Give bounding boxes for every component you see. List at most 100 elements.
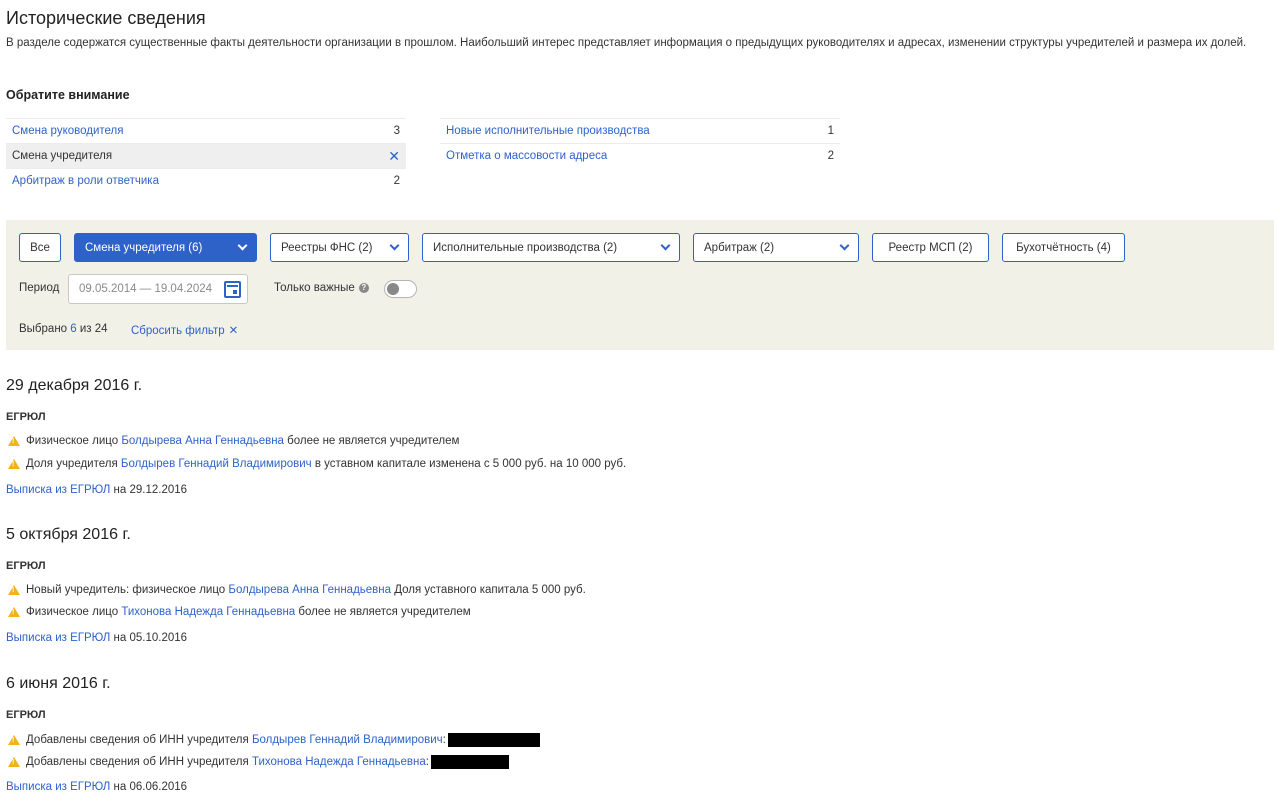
person-link[interactable]: Болдырев Геннадий Владимирович [252,734,443,746]
egrul-extract-date: на 06.06.2016 [113,781,188,793]
warning-icon [8,757,20,767]
egrul-extract-date: на 29.12.2016 [113,484,188,496]
person-link[interactable]: Болдырев Геннадий Владимирович [121,458,312,470]
egrul-extract: Выписка из ЕГРЮЛ на 06.06.2016 [6,781,187,793]
attention-item-label[interactable]: Отметка о массовости адреса [446,150,607,162]
filter-panel: Все Смена учредителя (6) Реестры ФНС (2)… [6,220,1274,350]
filter-enforcement-dropdown[interactable]: Исполнительные производства (2) [422,233,680,262]
event-text: Добавлены сведения об ИНН учредителя [26,734,249,746]
event-source: ЕГРЮЛ [6,560,46,572]
filter-button-label: Все [30,241,50,254]
event-line: Физическое лицо Тихонова Надежда Геннадь… [8,606,471,618]
attention-item-label[interactable]: Арбитраж в роли ответчика [12,175,159,187]
warning-icon [8,459,20,469]
selected-count-text: Выбрано 6 из 24 [19,323,108,335]
attention-title: Обратите внимание [6,88,130,102]
period-value: 09.05.2014 — 19.04.2024 [79,283,213,295]
filter-button-label: Реестр МСП (2) [888,241,973,254]
event-line: Доля учредителя Болдырев Геннадий Владим… [8,458,626,470]
warning-icon [8,585,20,595]
warning-icon [8,735,20,745]
event-source: ЕГРЮЛ [6,709,46,721]
attention-item-count: 3 [393,125,400,137]
event-text: : [425,756,429,768]
event-text: : [442,734,446,746]
attention-item-count: 2 [393,175,400,187]
attention-item-mass-address[interactable]: Отметка о массовости адреса 2 [440,143,840,168]
chevron-down-icon [237,240,248,251]
egrul-extract-link[interactable]: Выписка из ЕГРЮЛ [6,484,110,496]
filter-button-label: Смена учредителя (6) [85,241,203,254]
attention-right-list: Новые исполнительные производства 1 Отме… [440,118,840,168]
reset-filter-link[interactable]: Сбросить фильтр ✕ [131,323,238,337]
event-date: 6 июня 2016 г. [6,675,111,692]
filter-button-label: Реестры ФНС (2) [281,241,373,254]
person-link[interactable]: Болдырева Анна Геннадьевна [228,584,391,596]
event-text: в уставном капитале изменена с 5 000 руб… [314,458,627,470]
event-text: Новый учредитель: физическое лицо [26,584,226,596]
attention-item-arbitration-defendant[interactable]: Арбитраж в роли ответчика 2 [6,168,406,193]
filter-button-label: Исполнительные производства (2) [433,241,618,254]
warning-icon [8,607,20,617]
warning-icon [8,436,20,446]
period-label: Период [19,282,60,294]
filter-founder-change-dropdown[interactable]: Смена учредителя (6) [74,233,257,262]
attention-item-label[interactable]: Смена руководителя [12,125,123,137]
close-icon[interactable]: ✕ [388,148,400,165]
important-only-label: Только важные ? [274,282,369,294]
attention-left-list: Смена руководителя 3 Смена учредителя ✕ … [6,118,406,193]
event-text: Доля уставного капитала 5 000 руб. [394,584,586,596]
filter-fns-registry-dropdown[interactable]: Реестры ФНС (2) [270,233,409,262]
selected-prefix: Выбрано [19,323,68,335]
chevron-down-icon [660,240,671,251]
period-date-range-input[interactable]: 09.05.2014 — 19.04.2024 [68,274,248,304]
egrul-extract-date: на 05.10.2016 [113,632,188,644]
event-text: более не является учредителем [298,606,471,618]
egrul-extract-link[interactable]: Выписка из ЕГРЮЛ [6,781,110,793]
event-line: Физическое лицо Болдырева Анна Геннадьев… [8,435,459,447]
reset-filter-label: Сбросить фильтр [131,325,225,337]
egrul-extract: Выписка из ЕГРЮЛ на 05.10.2016 [6,632,187,644]
help-icon[interactable]: ? [358,283,369,293]
event-text: Добавлены сведения об ИНН учредителя [26,756,249,768]
event-line: Добавлены сведения об ИНН учредителя Бол… [8,733,540,747]
chevron-down-icon [389,240,400,251]
event-date: 29 декабря 2016 г. [6,377,143,394]
attention-item-director-change[interactable]: Смена руководителя 3 [6,118,406,143]
toggle-knob [387,283,399,295]
filter-arbitration-dropdown[interactable]: Арбитраж (2) [693,233,859,262]
event-line: Новый учредитель: физическое лицо Болдыр… [8,584,586,596]
filter-accounting-button[interactable]: Бухотчётность (4) [1002,233,1125,262]
event-date: 5 октября 2016 г. [6,526,131,543]
important-only-toggle[interactable] [384,280,417,298]
selected-suffix: из 24 [79,323,108,335]
close-icon: ✕ [228,325,239,337]
page-title: Исторические сведения [6,8,206,28]
calendar-icon[interactable] [224,281,241,298]
attention-item-count: 1 [827,125,834,137]
event-text: более не является учредителем [287,435,460,447]
attention-item-label[interactable]: Новые исполнительные производства [446,125,650,137]
person-link[interactable]: Тихонова Надежда Геннадьевна [121,606,295,618]
filter-button-label: Арбитраж (2) [704,241,775,254]
attention-item-count: 2 [827,150,834,162]
filter-msp-registry-button[interactable]: Реестр МСП (2) [872,233,989,262]
attention-item-label: Смена учредителя [12,150,113,162]
person-link[interactable]: Тихонова Надежда Геннадьевна [252,756,426,768]
attention-item-enforcement[interactable]: Новые исполнительные производства 1 [440,118,840,143]
chevron-down-icon [839,240,850,251]
event-source: ЕГРЮЛ [6,411,46,423]
important-only-text: Только важные [274,282,355,294]
redacted-inn [431,755,509,769]
event-line: Добавлены сведения об ИНН учредителя Тих… [8,755,509,769]
person-link[interactable]: Болдырева Анна Геннадьевна [121,435,284,447]
event-text: Доля учредителя [26,458,118,470]
attention-item-founder-change[interactable]: Смена учредителя ✕ [6,143,406,168]
filter-all-button[interactable]: Все [19,233,61,262]
egrul-extract-link[interactable]: Выписка из ЕГРЮЛ [6,632,110,644]
selected-count: 6 [70,323,77,335]
section-description: В разделе содержатся существенные факты … [6,37,1247,49]
egrul-extract: Выписка из ЕГРЮЛ на 29.12.2016 [6,484,187,496]
filter-button-label: Бухотчётность (4) [1016,241,1111,254]
event-text: Физическое лицо [26,606,119,618]
